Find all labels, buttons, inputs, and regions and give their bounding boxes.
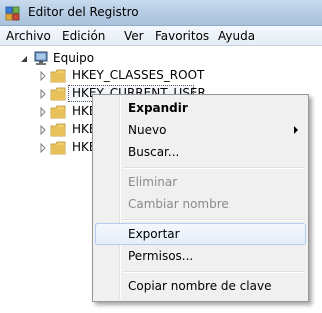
menu-item-cambiar-nombre[interactable]: Cambiar nombre — [95, 193, 306, 215]
tree-item-label: HKEY_CURRENT_CONFIG — [72, 140, 92, 154]
title-bar[interactable]: Editor del Registro — [0, 0, 322, 26]
folder-icon — [50, 141, 66, 155]
menu-item-label: Eliminar — [128, 175, 178, 189]
submenu-arrow-icon — [294, 126, 298, 134]
collapsed-arrow-icon[interactable] — [39, 143, 47, 153]
menu-edicion[interactable]: Edición — [62, 29, 105, 43]
menu-ver[interactable]: Ver — [124, 29, 144, 43]
collapsed-arrow-icon[interactable] — [39, 107, 47, 117]
menu-item-eliminar[interactable]: Eliminar — [95, 171, 306, 193]
menu-bar: Archivo Edición Ver Favoritos Ayuda — [0, 26, 322, 46]
tree-item-label: HKEY_CLASSES_ROOT — [72, 68, 205, 82]
tree-item-label: HKEY_USERS — [72, 122, 92, 136]
computer-icon — [34, 51, 48, 65]
window-title: Editor del Registro — [28, 5, 139, 19]
menu-item-permisos[interactable]: Permisos... — [95, 245, 306, 267]
collapsed-arrow-icon[interactable] — [39, 89, 47, 99]
tree-item-hkey-users[interactable]: HKEY_USERS — [0, 121, 92, 139]
menu-item-exportar[interactable]: Exportar — [95, 223, 306, 245]
expanded-arrow-icon[interactable] — [20, 54, 28, 64]
menu-separator — [123, 271, 304, 273]
folder-icon — [50, 87, 66, 101]
menu-archivo[interactable]: Archivo — [6, 29, 51, 43]
collapsed-arrow-icon[interactable] — [39, 71, 47, 81]
context-menu: Expandir Nuevo Buscar... Eliminar Cambia… — [92, 94, 309, 302]
menu-item-label: Nuevo — [128, 123, 167, 137]
menu-item-label: Expandir — [128, 101, 188, 115]
menu-ayuda[interactable]: Ayuda — [218, 29, 255, 43]
registry-editor-icon — [5, 6, 20, 21]
menu-item-copiar-nombre-de-clave[interactable]: Copiar nombre de clave — [95, 275, 306, 297]
menu-item-expandir[interactable]: Expandir — [95, 97, 306, 119]
folder-icon — [50, 105, 66, 119]
tree-item-hkey-current-config[interactable]: HKEY_CURRENT_CONFIG — [0, 139, 92, 157]
tree-root-label: Equipo — [53, 51, 95, 65]
menu-item-label: Copiar nombre de clave — [128, 279, 272, 293]
menu-item-label: Exportar — [128, 227, 180, 241]
menu-item-label: Permisos... — [128, 249, 194, 263]
folder-icon — [50, 123, 66, 137]
menu-favoritos[interactable]: Favoritos — [155, 29, 209, 43]
tree-item-label: HKEY_LOCAL_MACHINE — [72, 104, 92, 118]
folder-icon — [50, 69, 66, 83]
menu-item-nuevo[interactable]: Nuevo — [95, 119, 306, 141]
menu-item-label: Cambiar nombre — [128, 197, 229, 211]
menu-item-buscar[interactable]: Buscar... — [95, 141, 306, 163]
tree-item-hkey-classes-root[interactable]: HKEY_CLASSES_ROOT — [0, 67, 204, 85]
menu-item-label: Buscar... — [128, 145, 180, 159]
collapsed-arrow-icon[interactable] — [39, 125, 47, 135]
tree-item-hkey-local-machine[interactable]: HKEY_LOCAL_MACHINE — [0, 103, 92, 121]
tree-root-equipo[interactable]: Equipo — [0, 50, 200, 68]
menu-separator — [123, 219, 304, 221]
menu-separator — [123, 167, 304, 169]
